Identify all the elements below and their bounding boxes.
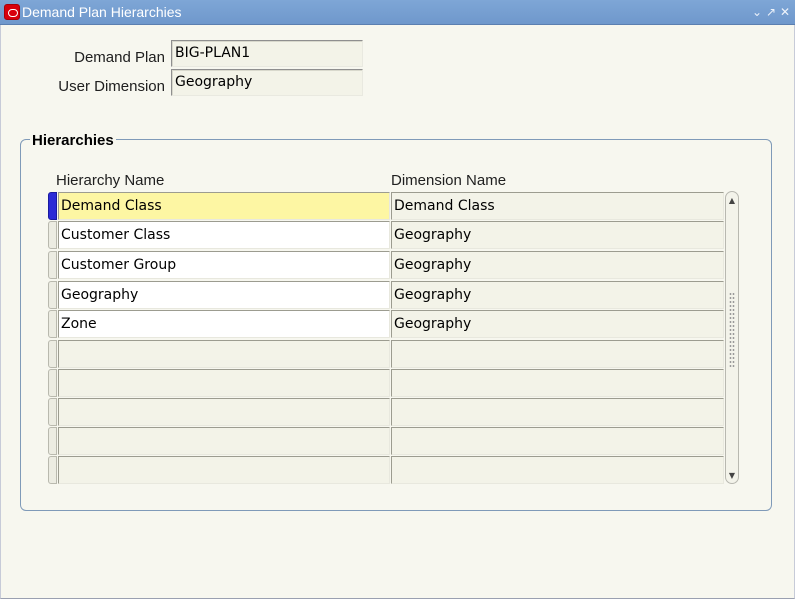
table-row[interactable]: Zone Geography (48, 310, 724, 338)
user-dimension-field[interactable]: Geography (171, 69, 363, 96)
arrow-down-icon[interactable]: ▼ (726, 468, 738, 482)
window-controls: ⌄ ↗ ✕ (751, 4, 791, 20)
oracle-logo-icon (4, 4, 20, 20)
hierarchy-name-cell[interactable]: Geography (58, 281, 390, 309)
minimize-icon[interactable]: ⌄ (751, 4, 763, 20)
table-row[interactable] (48, 340, 724, 368)
scroll-thumb[interactable] (729, 292, 735, 368)
dimension-name-cell[interactable]: Geography (391, 251, 724, 279)
hierarchy-name-cell[interactable]: Zone (58, 310, 390, 338)
dimension-name-cell[interactable]: Geography (391, 310, 724, 338)
table-row[interactable]: Geography Geography (48, 281, 724, 309)
table-row[interactable] (48, 398, 724, 426)
dimension-name-cell[interactable] (391, 427, 724, 455)
hierarchy-name-cell[interactable]: Customer Class (58, 221, 390, 249)
record-indicator[interactable] (48, 221, 57, 249)
table-row[interactable] (48, 427, 724, 455)
dimension-name-cell[interactable] (391, 340, 724, 368)
demand-plan-field[interactable]: BIG-PLAN1 (171, 40, 363, 67)
dimension-name-cell[interactable] (391, 398, 724, 426)
record-indicator[interactable] (48, 398, 57, 426)
table-row[interactable]: Demand Class Demand Class (48, 192, 724, 220)
record-indicator[interactable] (48, 456, 57, 484)
table-row[interactable] (48, 369, 724, 397)
record-indicator[interactable] (48, 369, 57, 397)
dimension-name-cell[interactable]: Geography (391, 281, 724, 309)
title-bar[interactable]: Demand Plan Hierarchies ⌄ ↗ ✕ (0, 0, 795, 25)
maximize-icon[interactable]: ↗ (765, 4, 777, 20)
record-indicator[interactable] (48, 251, 57, 279)
table-row[interactable]: Customer Group Geography (48, 251, 724, 279)
record-indicator[interactable] (48, 310, 57, 338)
dimension-name-cell[interactable]: Demand Class (391, 192, 724, 220)
arrow-up-icon[interactable]: ▲ (726, 193, 738, 207)
record-indicator[interactable] (48, 427, 57, 455)
dimension-name-cell[interactable]: Geography (391, 221, 724, 249)
user-dimension-label: User Dimension (58, 78, 165, 95)
hierarchy-name-cell[interactable] (58, 456, 390, 484)
table-row[interactable] (48, 456, 724, 484)
vertical-scrollbar[interactable]: ▲ ▼ (725, 191, 739, 484)
hierarchies-group-title: Hierarchies (30, 132, 116, 149)
hierarchy-name-cell[interactable] (58, 427, 390, 455)
hierarchy-name-cell[interactable]: Customer Group (58, 251, 390, 279)
hierarchy-name-cell[interactable]: Demand Class (58, 192, 390, 220)
close-icon[interactable]: ✕ (779, 4, 791, 20)
current-record-indicator[interactable] (48, 192, 57, 220)
hierarchy-name-cell[interactable] (58, 369, 390, 397)
column-header-dimension-name: Dimension Name (391, 172, 507, 189)
dimension-name-cell[interactable] (391, 456, 724, 484)
hierarchy-name-cell[interactable] (58, 340, 390, 368)
record-indicator[interactable] (48, 340, 57, 368)
column-header-hierarchy-name: Hierarchy Name (56, 172, 165, 189)
table-row[interactable]: Customer Class Geography (48, 221, 724, 249)
demand-plan-label: Demand Plan (74, 49, 165, 66)
window-title: Demand Plan Hierarchies (22, 4, 182, 20)
hierarchy-name-cell[interactable] (58, 398, 390, 426)
dimension-name-cell[interactable] (391, 369, 724, 397)
record-indicator[interactable] (48, 281, 57, 309)
